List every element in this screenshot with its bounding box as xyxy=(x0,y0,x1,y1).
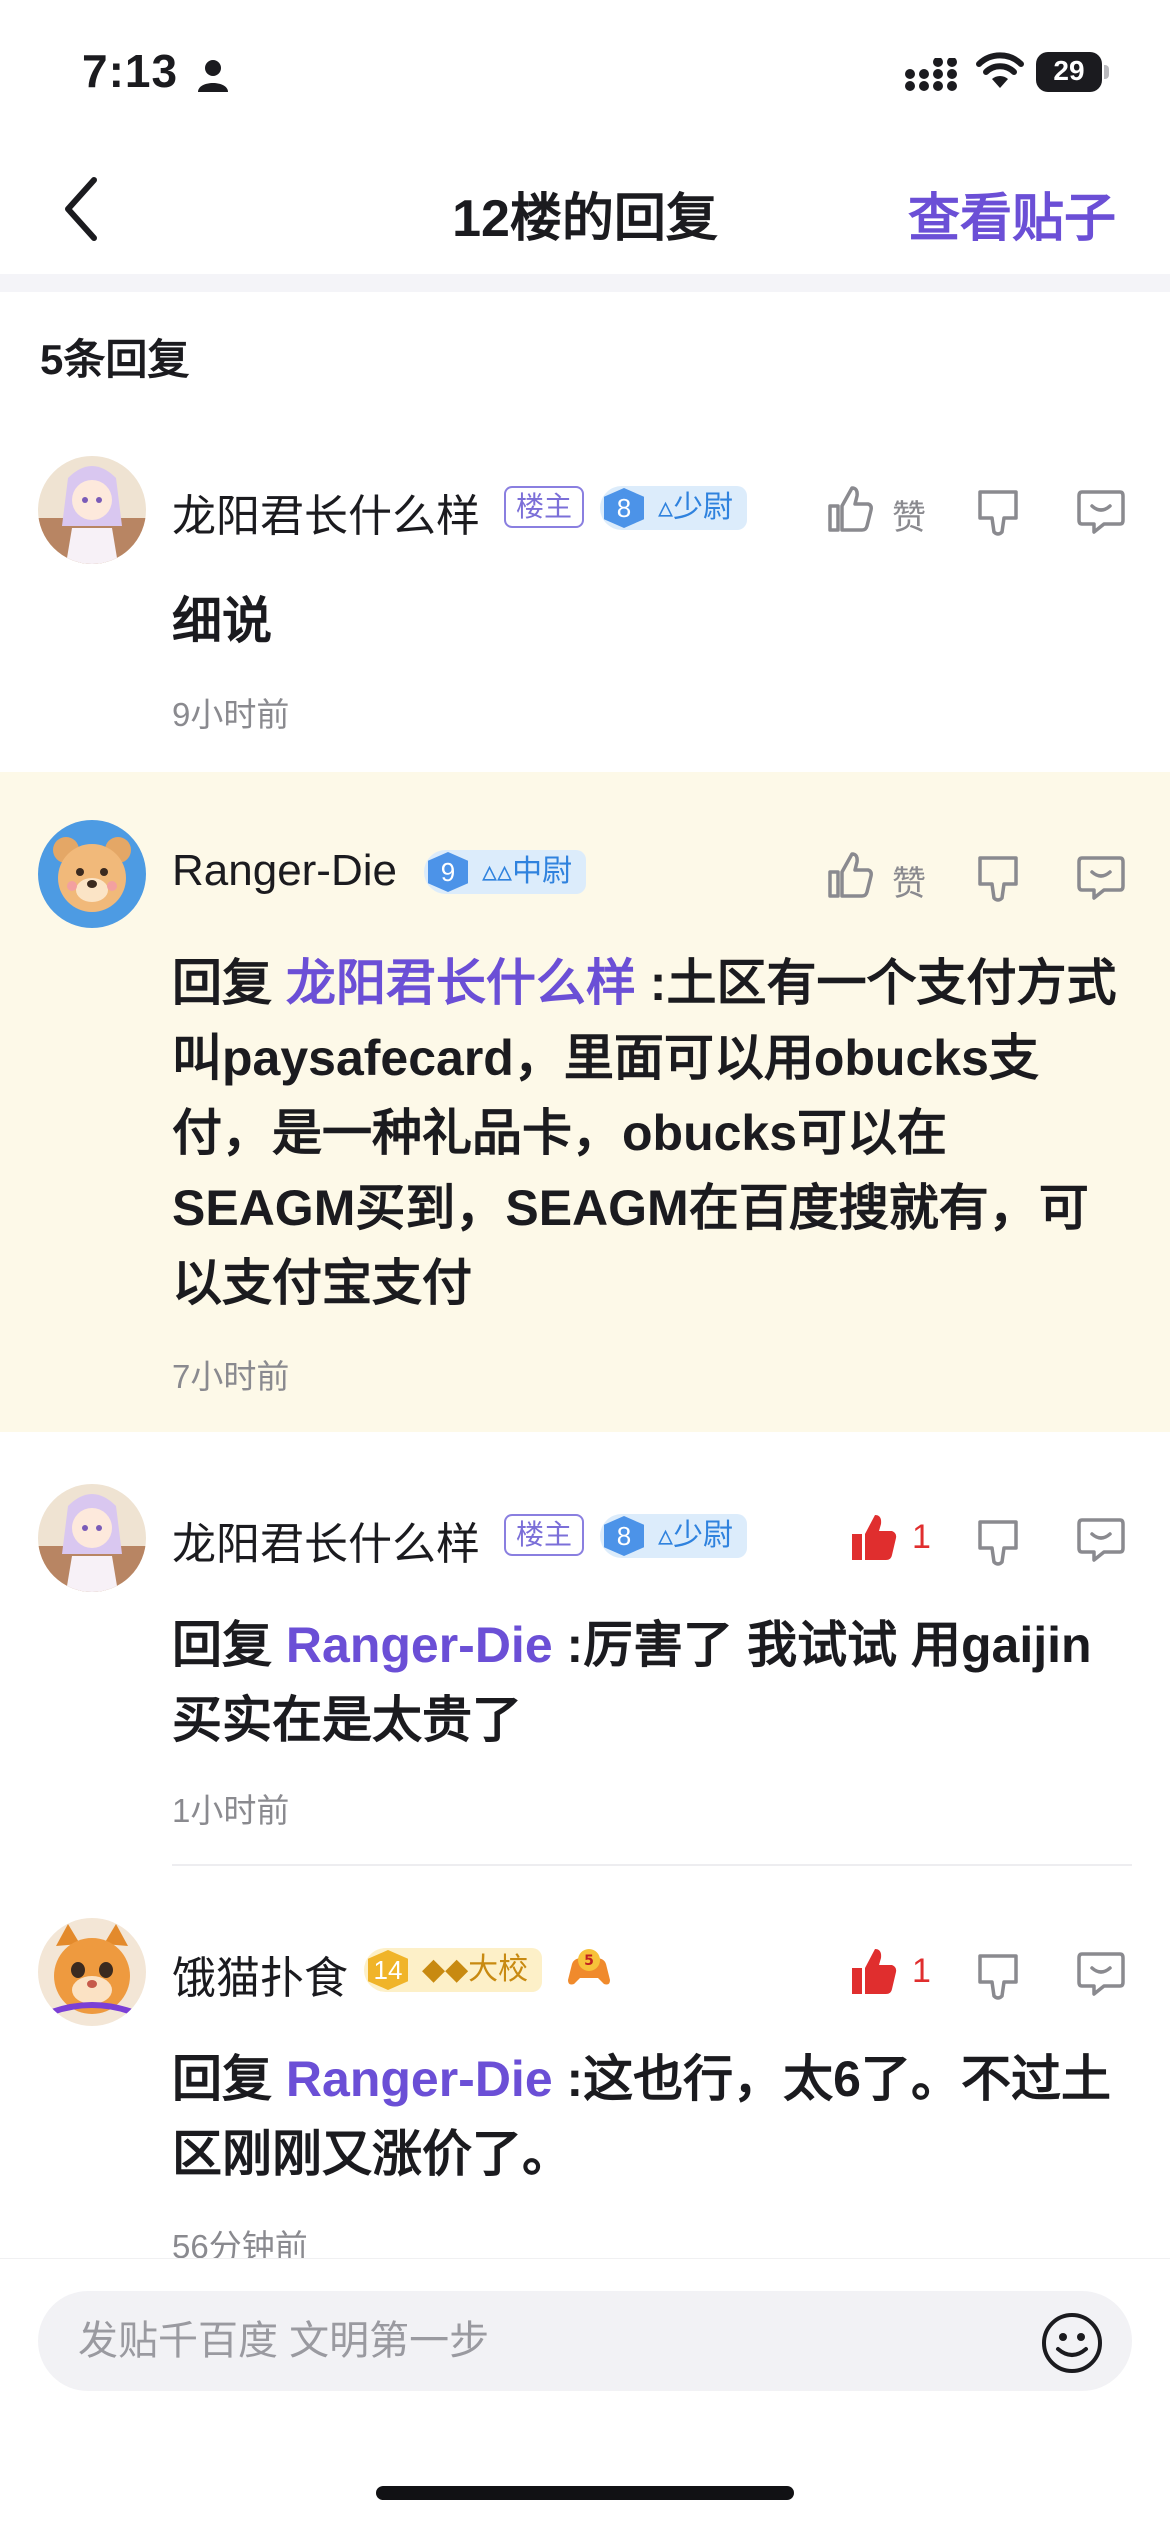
avatar[interactable] xyxy=(38,1918,146,2026)
thumbs-up-filled-icon[interactable] xyxy=(850,1512,898,1562)
level-number: 8 xyxy=(604,488,644,528)
reply-prefix: 回复 xyxy=(172,955,272,1011)
avatar[interactable] xyxy=(38,456,146,564)
username[interactable]: 龙阳君长什么样 xyxy=(172,480,480,544)
comment-item: 饿猫扑食 14 ◆◆大校 5 1 回复 Ranger-Die :这也行，太6了。… xyxy=(0,1866,1170,2265)
like-label[interactable]: 赞 xyxy=(892,490,926,539)
comment-content: 回复 Ranger-Die :厉害了 我试试 用gaijin买实在是太贵了 xyxy=(172,1608,1122,1758)
reply-count: 5条回复 xyxy=(40,336,190,383)
mention-link[interactable]: Ranger-Die xyxy=(286,2051,553,2107)
post-input[interactable] xyxy=(38,2291,1132,2391)
home-indicator xyxy=(376,2486,794,2500)
thumbs-down-icon[interactable] xyxy=(974,1518,1022,1568)
nav-divider xyxy=(0,274,1170,292)
battery-level: 29 xyxy=(1053,55,1085,86)
level-badge: 14 ◆◆大校 xyxy=(364,1948,543,1992)
comment-icon[interactable] xyxy=(1076,1950,1126,1996)
rank-label: ▵少尉 xyxy=(658,491,734,524)
username[interactable]: Ranger-Die xyxy=(172,846,397,896)
comment-content: 细说 xyxy=(172,593,272,649)
level-badge: 9 ▵▵中尉 xyxy=(424,850,587,894)
like-count: 1 xyxy=(912,1518,931,1556)
comment-icon[interactable] xyxy=(1076,1516,1126,1562)
level-number: 14 xyxy=(368,1950,408,1990)
battery-indicator: 29 xyxy=(1036,52,1110,92)
timestamp: 9小时前 xyxy=(172,696,290,733)
signal-icon xyxy=(905,58,957,91)
host-badge: 楼主 xyxy=(504,486,585,528)
timestamp: 7小时前 xyxy=(172,1358,290,1395)
reply-prefix: 回复 xyxy=(172,1617,272,1673)
rank-label: ◆◆大校 xyxy=(422,1953,529,1986)
comment-content: 回复 Ranger-Die :这也行，太6了。不过土区刚刚又涨价了。 xyxy=(172,2042,1122,2192)
person-icon xyxy=(198,60,228,92)
level-number: 8 xyxy=(604,1516,644,1556)
comment-content: 回复 龙阳君长什么样 :土区有一个支付方式叫paysafecard，里面可以用o… xyxy=(172,946,1122,1321)
reply-prefix: 回复 xyxy=(172,2051,272,2107)
avatar[interactable] xyxy=(38,1484,146,1592)
mention-link[interactable]: 龙阳君长什么样 xyxy=(286,955,636,1011)
thumbs-down-icon[interactable] xyxy=(974,854,1022,904)
like-count: 1 xyxy=(912,1952,931,1990)
emoji-icon[interactable] xyxy=(1040,2311,1104,2375)
thumbs-down-icon[interactable] xyxy=(974,488,1022,538)
timestamp: 1小时前 xyxy=(172,1792,290,1829)
level-badge: 8 ▵少尉 xyxy=(600,486,748,530)
host-badge: 楼主 xyxy=(504,1514,585,1556)
avatar[interactable] xyxy=(38,820,146,928)
extra-badge-number: 5 xyxy=(584,1953,594,1969)
username[interactable]: 龙阳君长什么样 xyxy=(172,1508,480,1572)
status-bar: 7:13 29 xyxy=(0,0,1170,140)
rank-label: ▵▵中尉 xyxy=(482,855,573,888)
thumbs-up-filled-icon[interactable] xyxy=(850,1946,898,1996)
thumbs-down-icon[interactable] xyxy=(974,1952,1022,2002)
thumbs-up-icon[interactable] xyxy=(826,484,874,534)
comment-item: 龙阳君长什么样 楼主 8 ▵少尉 1 回复 Ranger-Die :厉害了 我试… xyxy=(0,1432,1170,1866)
view-post-button[interactable]: 查看贴子 xyxy=(908,176,1116,251)
username[interactable]: 饿猫扑食 xyxy=(172,1942,348,2006)
comment-icon[interactable] xyxy=(1076,488,1126,534)
comment-icon[interactable] xyxy=(1076,854,1126,900)
gamepad-badge-icon: 5 xyxy=(568,1949,610,1985)
level-badge: 8 ▵少尉 xyxy=(600,1514,748,1558)
wifi-icon xyxy=(976,52,1024,88)
comment-item: Ranger-Die 9 ▵▵中尉 赞 回复 龙阳君长什么样 :土区有一个支付方… xyxy=(0,772,1170,1432)
mention-link[interactable]: Ranger-Die xyxy=(286,1617,553,1673)
rank-label: ▵少尉 xyxy=(658,1519,734,1552)
nav-bar: 12楼的回复 查看贴子 xyxy=(0,140,1170,274)
thumbs-up-icon[interactable] xyxy=(826,850,874,900)
level-number: 9 xyxy=(428,852,468,892)
comment-item: 龙阳君长什么样 楼主 8 ▵少尉 赞 细说 9小时前 xyxy=(0,444,1170,772)
like-label[interactable]: 赞 xyxy=(892,856,926,905)
status-time: 7:13 xyxy=(82,45,179,97)
